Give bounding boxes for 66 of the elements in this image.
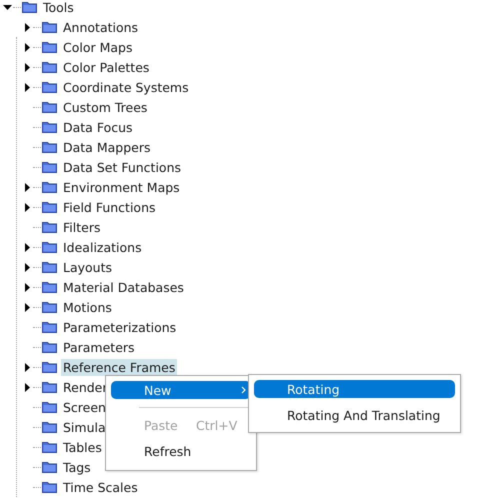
folder-icon: [42, 261, 57, 273]
collapsed-arrow-icon[interactable]: [23, 62, 32, 72]
collapsed-arrow-icon[interactable]: [23, 82, 32, 92]
collapsed-arrow-icon[interactable]: [23, 182, 32, 192]
tree-item[interactable]: Environment Maps: [61, 178, 182, 196]
folder-icon: [42, 341, 57, 353]
tree-item[interactable]: Color Palettes: [61, 58, 152, 76]
collapsed-arrow-icon[interactable]: [23, 262, 32, 272]
tree-item[interactable]: Annotations: [61, 18, 140, 36]
folder-icon: [42, 201, 57, 213]
folder-icon: [42, 61, 57, 73]
tree-item[interactable]: Field Functions: [61, 198, 158, 216]
tree-item[interactable]: Parameters: [61, 338, 137, 356]
tree-item[interactable]: Data Focus: [61, 118, 135, 136]
tree-item[interactable]: Color Maps: [61, 38, 135, 56]
tree-item[interactable]: Time Scales: [61, 478, 140, 496]
collapsed-arrow-icon[interactable]: [23, 242, 32, 252]
tree-item[interactable]: Motions: [61, 298, 114, 316]
folder-icon: [42, 101, 57, 113]
folder-icon: [42, 461, 57, 473]
folder-icon: [42, 361, 57, 373]
folder-icon: [42, 441, 57, 453]
menu-item[interactable]: New: [111, 381, 251, 399]
folder-icon: [42, 41, 57, 53]
folder-icon: [42, 321, 57, 333]
folder-icon: [42, 121, 57, 133]
tree-item[interactable]: Data Mappers: [61, 138, 152, 156]
collapsed-arrow-icon[interactable]: [23, 42, 32, 52]
collapsed-arrow-icon[interactable]: [23, 382, 32, 392]
collapsed-arrow-icon[interactable]: [23, 302, 32, 312]
tree-item[interactable]: Tables: [61, 438, 104, 456]
tree-item[interactable]: Simula: [61, 418, 108, 436]
folder-icon: [42, 281, 57, 293]
collapsed-arrow-icon[interactable]: [23, 202, 32, 212]
tree-item[interactable]: Layouts: [61, 258, 114, 276]
tree-item[interactable]: Screen: [61, 398, 108, 416]
tree-item[interactable]: Coordinate Systems: [61, 78, 191, 96]
tree-item[interactable]: Tags: [61, 458, 93, 476]
tree-item[interactable]: Idealizations: [61, 238, 144, 256]
expanded-arrow-icon[interactable]: [3, 2, 12, 12]
menu-item[interactable]: Rotating: [254, 380, 455, 398]
tree-item[interactable]: Data Set Functions: [61, 158, 183, 176]
tree-item[interactable]: Custom Trees: [61, 98, 150, 116]
folder-icon: [22, 1, 37, 13]
folder-icon: [42, 241, 57, 253]
folder-icon: [42, 181, 57, 193]
collapsed-arrow-icon[interactable]: [23, 362, 32, 372]
folder-icon: [42, 21, 57, 33]
folder-icon: [42, 421, 57, 433]
folder-icon: [42, 81, 57, 93]
folder-icon: [42, 141, 57, 153]
tree-item[interactable]: Tools: [41, 0, 76, 16]
tree-item[interactable]: Material Databases: [61, 278, 186, 296]
folder-icon: [42, 161, 57, 173]
menu-item[interactable]: Rotating And Translating: [254, 406, 455, 424]
collapsed-arrow-icon[interactable]: [23, 22, 32, 32]
folder-icon: [42, 401, 57, 413]
collapsed-arrow-icon[interactable]: [23, 282, 32, 292]
tree-item[interactable]: Reference Frames: [61, 358, 178, 376]
tree-item[interactable]: Filters: [61, 218, 102, 236]
folder-icon: [42, 221, 57, 233]
folder-icon: [42, 381, 57, 393]
folder-icon: [42, 301, 57, 313]
folder-icon: [42, 481, 57, 493]
tree-item[interactable]: Parameterizations: [61, 318, 178, 336]
menu-item[interactable]: Refresh: [111, 442, 251, 460]
